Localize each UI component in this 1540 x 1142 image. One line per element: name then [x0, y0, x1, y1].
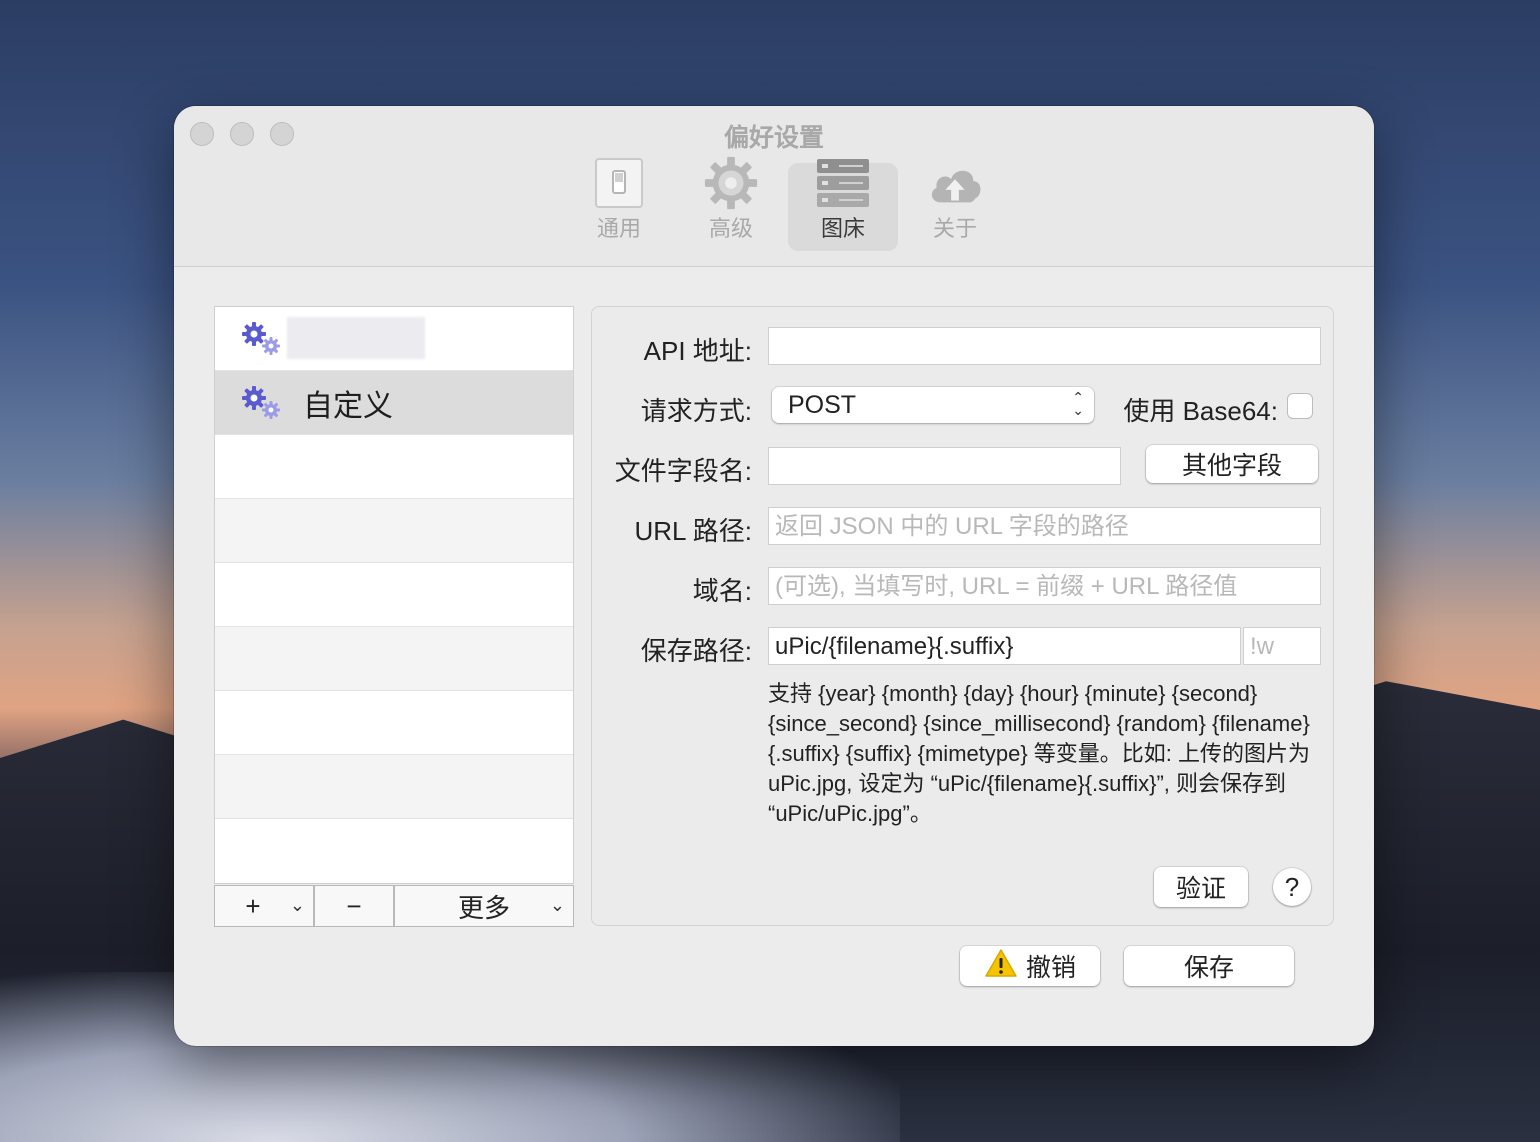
tab-image-host-label: 图床 [820, 216, 865, 241]
gears-icon [241, 321, 283, 362]
help-button[interactable]: ? [1273, 868, 1311, 906]
url-path-label: URL 路径: [634, 516, 753, 546]
base64-label: 使用 Base64: [1123, 396, 1278, 426]
other-fields-button[interactable]: 其他字段 [1146, 445, 1318, 483]
other-fields-button-label: 其他字段 [1181, 452, 1282, 480]
empty-row [215, 563, 573, 627]
gears-icon [241, 385, 283, 426]
verify-button[interactable]: 验证 [1154, 867, 1248, 907]
file-field-name-input[interactable] [768, 447, 1121, 485]
tab-general[interactable]: 通用 [564, 158, 674, 251]
window-title: 偏好设置 [723, 124, 824, 152]
list-item-selected[interactable]: 自定义 [215, 371, 573, 435]
plus-icon: + [245, 890, 261, 921]
save-button[interactable]: 保存 [1124, 946, 1294, 986]
tab-advanced-label: 高级 [708, 216, 753, 241]
remove-host-button[interactable]: − [314, 885, 394, 927]
warning-icon [984, 948, 1018, 985]
save-path-input[interactable]: uPic/{filename}{.suffix} [768, 627, 1241, 665]
method-select[interactable]: POST ⌃ ⌄ [772, 387, 1094, 423]
empty-row [215, 435, 573, 499]
preferences-toolbar: 通用 高级 图床 关于 [564, 156, 1010, 251]
empty-row [215, 499, 573, 563]
empty-row [215, 627, 573, 691]
domain-label: 域名: [692, 576, 752, 606]
question-mark-icon: ? [1284, 871, 1300, 902]
cloud-upload-icon [927, 161, 983, 209]
tab-general-label: 通用 [596, 216, 641, 241]
api-url-field[interactable] [768, 327, 1321, 365]
more-menu-button[interactable]: 更多 ⌄ [394, 885, 574, 927]
revert-button-label: 撤销 [1025, 954, 1076, 982]
verify-button-label: 验证 [1175, 875, 1226, 903]
method-label: 请求方式: [640, 396, 752, 426]
title-bar: 偏好设置 通用 高级 图床 关于 [174, 106, 1374, 267]
save-path-help-text: 支持 {year} {month} {day} {hour} {minute} … [768, 681, 1311, 826]
image-host-list: 自定义 [214, 306, 574, 884]
list-item-label: 自定义 [303, 389, 393, 423]
save-path-label: 保存路径: [640, 636, 752, 666]
save-button-label: 保存 [1183, 954, 1234, 982]
preferences-window: 偏好设置 通用 高级 图床 关于 自定义 + ⌄ − 更多 ⌄ API 地址: … [174, 106, 1374, 1046]
url-path-input[interactable]: 返回 JSON 中的 URL 字段的路径 [768, 507, 1321, 545]
tab-advanced[interactable]: 高级 [676, 156, 786, 251]
gear-icon [703, 156, 759, 210]
empty-row [215, 755, 573, 819]
list-item[interactable] [215, 307, 573, 371]
method-select-value: POST [788, 391, 857, 419]
empty-row [215, 691, 573, 755]
chevron-down-icon: ⌄ [289, 895, 305, 915]
tab-about[interactable]: 关于 [900, 163, 1010, 251]
list-action-bar: + ⌄ − 更多 ⌄ [214, 885, 574, 927]
chevron-updown-icon: ⌃ ⌄ [1072, 389, 1084, 418]
switch-icon [591, 157, 647, 209]
more-menu-label: 更多 [457, 892, 510, 923]
base64-checkbox[interactable] [1287, 393, 1313, 419]
revert-button[interactable]: 撤销 [960, 946, 1100, 986]
tab-about-label: 关于 [932, 216, 977, 241]
file-field-name-label: 文件字段名: [614, 456, 752, 486]
empty-row [215, 819, 573, 883]
tab-image-host[interactable]: 图床 [788, 159, 898, 251]
redacted-host-name [287, 317, 425, 359]
host-settings-panel: API 地址: 请求方式: POST ⌃ ⌄ 使用 Base64: 文件字段名: … [591, 306, 1334, 926]
minus-icon: − [346, 890, 362, 921]
suffix-input[interactable]: !w [1243, 627, 1321, 665]
api-url-label: API 地址: [643, 336, 752, 366]
chevron-down-icon: ⌄ [549, 895, 565, 915]
domain-input[interactable]: (可选), 当填写时, URL = 前缀 + URL 路径值 [768, 567, 1321, 605]
add-host-button[interactable]: + ⌄ [214, 885, 314, 927]
server-icon [815, 157, 871, 209]
